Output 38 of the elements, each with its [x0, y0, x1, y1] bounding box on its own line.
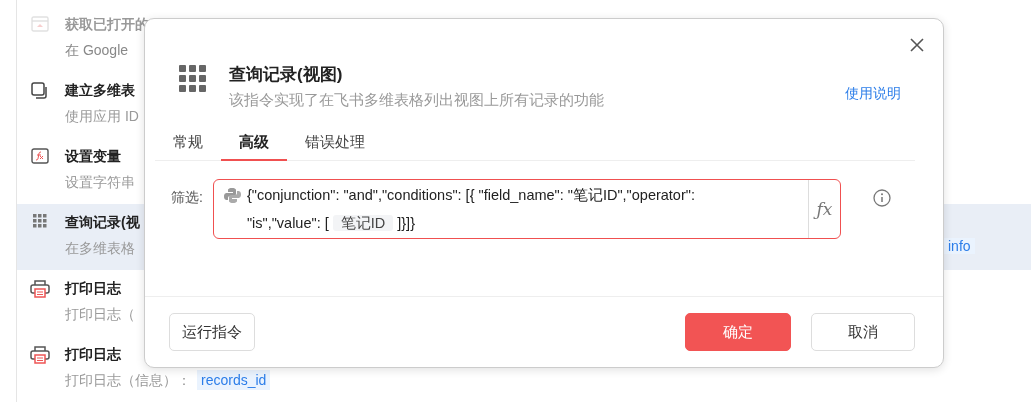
filter-text: "is","value": [	[246, 215, 329, 231]
variable-tag: records_id	[197, 370, 271, 390]
tab[interactable]: 高级	[221, 127, 287, 161]
filter-field[interactable]: {"conjunction": "and","conditions": [{ "field_name": "笔记ID","operator": "is","value": [ 笔记ID ]}]} ƒx	[212, 179, 841, 239]
browser-icon	[31, 16, 49, 32]
formula-button[interactable]: ƒx	[807, 180, 840, 238]
tab[interactable]: 错误处理	[287, 127, 383, 161]
python-icon	[223, 187, 241, 204]
variable-tag: info	[944, 238, 975, 254]
printer-icon	[30, 280, 50, 298]
item-description: 在 Google	[65, 41, 129, 60]
item-description: 打印日志（信息）：	[65, 371, 191, 390]
item-description: 打印日志（	[65, 305, 135, 324]
item-title: 设置变量	[65, 147, 122, 166]
item-title: 查询记录(视	[65, 213, 140, 232]
item-description: 使用应用 ID	[65, 107, 139, 126]
filter-label: 筛选:	[171, 189, 203, 207]
item-title: 打印日志	[65, 279, 122, 298]
tab[interactable]: 常规	[155, 127, 221, 161]
grid-icon	[33, 214, 47, 228]
variable-chip[interactable]: 笔记ID	[332, 215, 394, 231]
item-title: 建立多维表	[65, 81, 136, 100]
run-button[interactable]: 运行指令	[169, 313, 255, 351]
cancel-button[interactable]: 取消	[811, 313, 915, 351]
item-title: 打印日志	[65, 345, 122, 364]
grid-icon	[179, 65, 207, 93]
printer-icon	[30, 346, 50, 364]
help-link[interactable]: 使用说明	[845, 85, 901, 105]
item-description: 设置字符串	[65, 173, 135, 192]
close-icon[interactable]	[909, 37, 925, 53]
copy-icon	[31, 82, 49, 100]
filter-text: ]}]}	[397, 215, 415, 231]
dialog-title: 查询记录(视图)	[229, 64, 344, 86]
function-icon	[31, 148, 49, 164]
info-icon[interactable]	[872, 189, 891, 207]
filter-text: {"conjunction": "and","conditions": [{ "field_name": "笔记ID","operator":	[246, 186, 695, 205]
dialog-description: 该指令实现了在飞书多维表格列出视图上所有记录的功能	[229, 90, 604, 110]
item-description: 在多维表格	[65, 239, 135, 258]
